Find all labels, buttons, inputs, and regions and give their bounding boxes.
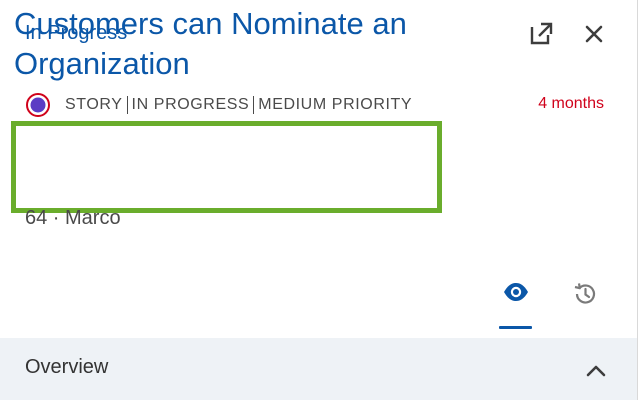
- meta-divider: [253, 96, 255, 114]
- item-title[interactable]: Customers can Nominate an Organization: [14, 4, 434, 84]
- story-type-icon: [25, 92, 51, 118]
- work-item-panel: In Progress STORY IN PROGRESS MEDIUM PRI…: [0, 0, 638, 400]
- item-priority: MEDIUM PRIORITY: [258, 96, 413, 113]
- item-meta: STORY IN PROGRESS MEDIUM PRIORITY: [25, 93, 412, 117]
- close-icon[interactable]: [579, 19, 609, 49]
- item-id-owner: 64 · Marco: [25, 207, 121, 229]
- open-in-new-icon[interactable]: [526, 19, 556, 49]
- item-age: 4 months: [538, 95, 604, 112]
- item-type: STORY: [65, 96, 123, 113]
- meta-divider: [126, 96, 128, 114]
- title-highlight: [11, 121, 442, 213]
- active-tab-indicator: [499, 326, 532, 329]
- history-icon: [574, 283, 596, 304]
- overview-section-header[interactable]: Overview: [0, 338, 637, 400]
- tab-history[interactable]: [567, 276, 603, 312]
- eye-icon: [504, 283, 528, 301]
- item-status: IN PROGRESS: [131, 96, 250, 113]
- tab-watch[interactable]: [498, 274, 534, 310]
- chevron-up-icon[interactable]: [583, 358, 609, 384]
- overview-label: Overview: [25, 356, 109, 378]
